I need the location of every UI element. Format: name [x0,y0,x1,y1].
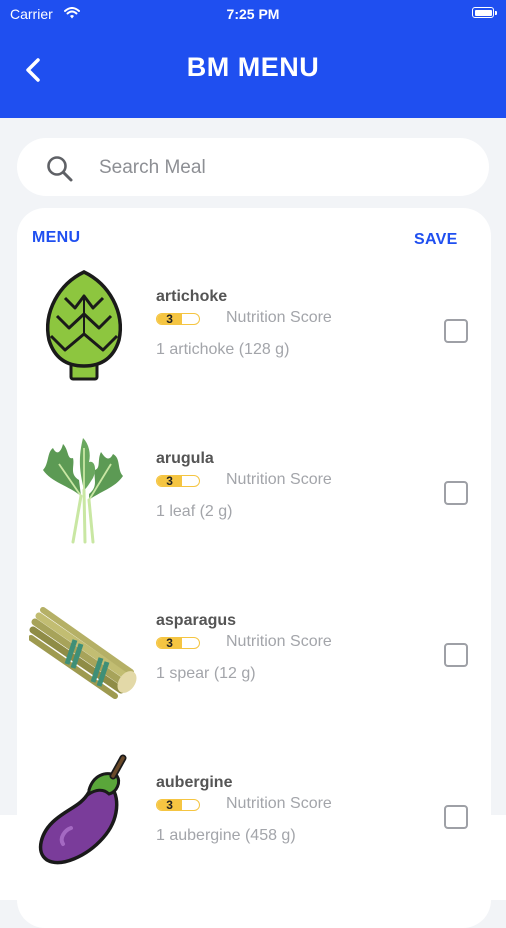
menu-label: MENU [32,229,81,246]
search-icon [47,156,73,182]
save-button[interactable]: SAVE [414,231,458,249]
app-header: Carrier 7:25 PM BM MENU [0,0,506,118]
nutrition-score-badge: 3 [156,474,200,488]
list-item: artichoke 3 Nutrition Score 1 artichoke … [17,268,491,418]
status-bar: Carrier 7:25 PM [0,0,506,28]
search-bar[interactable] [17,138,489,196]
serving-size: 1 aubergine (458 g) [156,827,296,844]
nutrition-score-value: 3 [166,312,173,326]
serving-size: 1 artichoke (128 g) [156,341,290,358]
nutrition-score-label: Nutrition Score [226,471,332,488]
nutrition-score-value: 3 [166,798,173,812]
nutrition-score-label: Nutrition Score [226,795,332,812]
select-checkbox[interactable] [444,805,468,829]
nutrition-score-value: 3 [166,474,173,488]
nutrition-score-label: Nutrition Score [226,309,332,326]
asparagus-image [29,607,137,699]
serving-size: 1 leaf (2 g) [156,503,233,520]
list-item: asparagus 3 Nutrition Score 1 spear (12 … [17,592,491,742]
select-checkbox[interactable] [444,481,468,505]
select-checkbox[interactable] [444,643,468,667]
nutrition-score-badge: 3 [156,798,200,812]
artichoke-image [46,270,122,381]
food-name: aubergine [156,774,233,791]
aubergine-image [38,754,127,865]
select-checkbox[interactable] [444,319,468,343]
food-name: asparagus [156,612,237,629]
arugula-image [43,438,123,544]
nutrition-score-value: 3 [166,636,173,650]
status-time: 7:25 PM [226,6,280,22]
nutrition-score-badge: 3 [156,312,200,326]
food-name: artichoke [156,288,228,305]
list-item: aubergine 3 Nutrition Score 1 aubergine … [17,754,491,904]
page-title: BM MENU [186,52,320,82]
food-name: arugula [156,450,214,467]
serving-size: 1 spear (12 g) [156,665,256,682]
nutrition-score-label: Nutrition Score [226,633,332,650]
search-input[interactable] [97,154,461,182]
list-item: arugula 3 Nutrition Score 1 leaf (2 g) [17,430,491,580]
battery-icon [472,7,497,18]
nutrition-score-badge: 3 [156,636,200,650]
